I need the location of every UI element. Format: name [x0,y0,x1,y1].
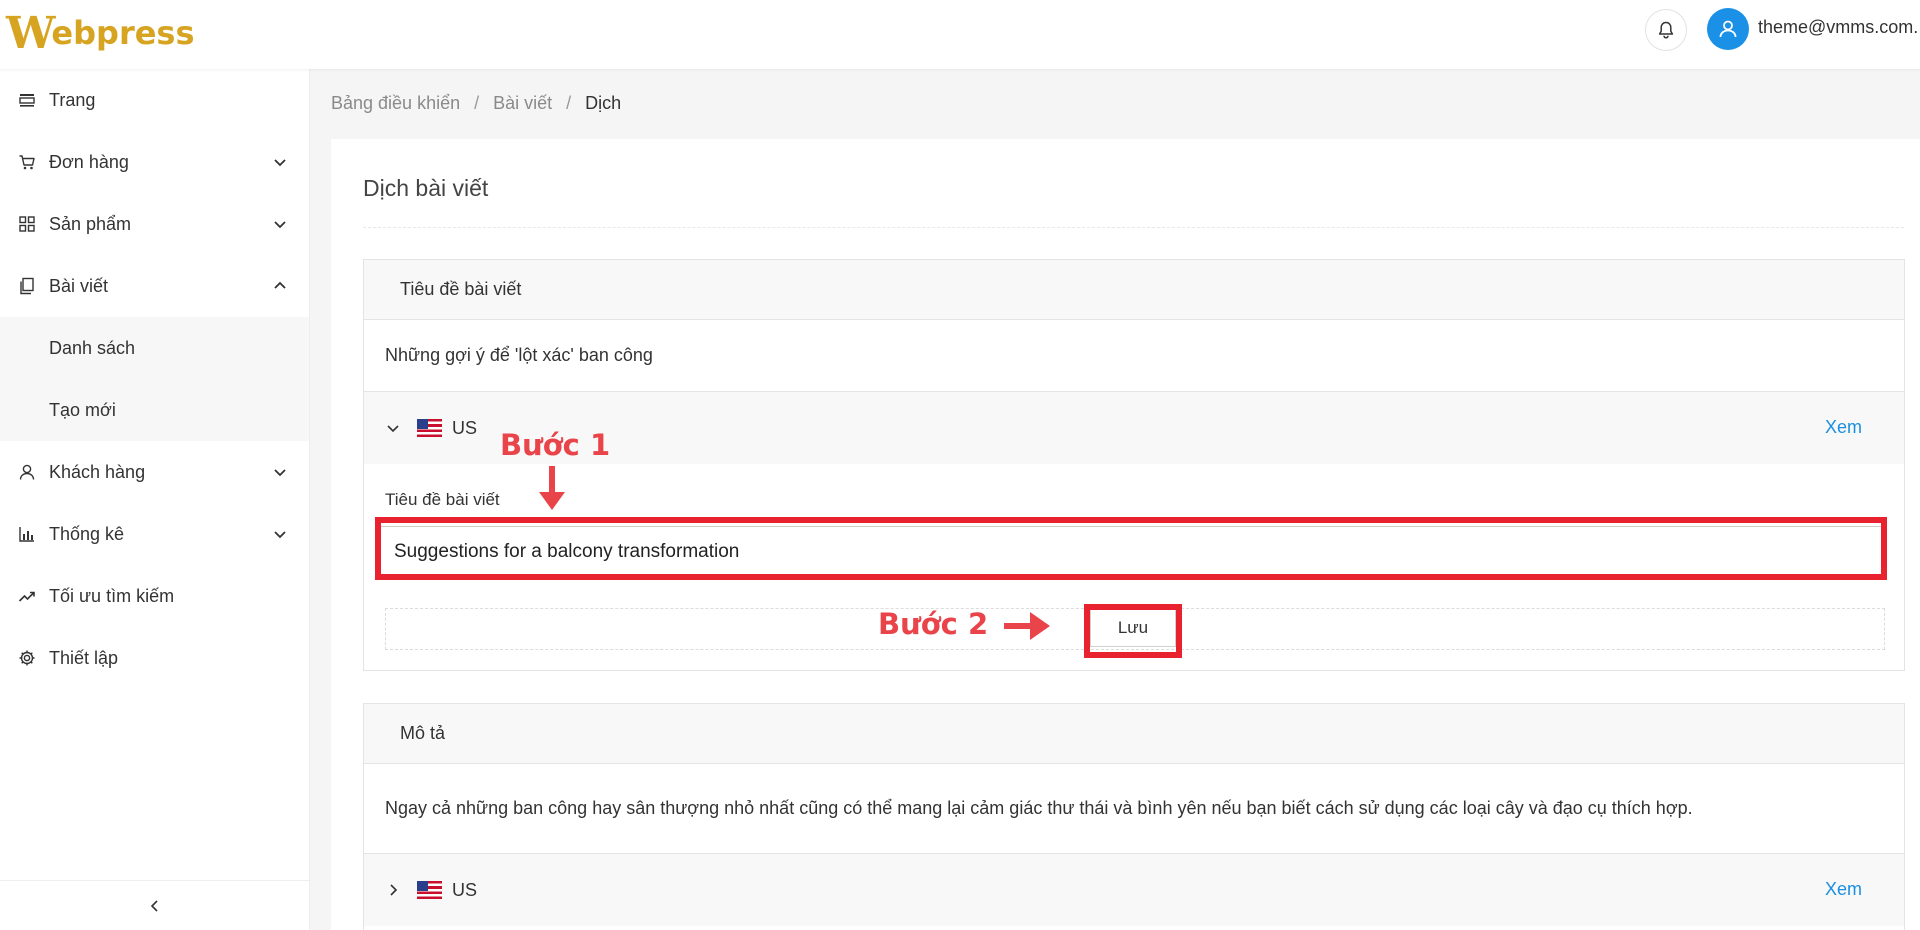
us-flag-icon [417,881,442,899]
logo-text: ebpress [51,14,195,52]
chevron-down-icon[interactable] [385,419,403,437]
sidebar-item-label: Thống kê [49,523,125,544]
sidebar-item-toi-uu-tim-kiem[interactable]: Tối ưu tìm kiếm [0,565,309,627]
sidebar-item-label: Đơn hàng [49,151,129,172]
breadcrumb: Bảng điều khiển / Bài viết / Dịch [331,93,621,114]
breadcrumb-posts[interactable]: Bài viết [493,93,552,113]
gear-icon [18,649,36,667]
step2-label: Bước 2 [878,607,989,641]
breadcrumb-current: Dịch [585,93,622,113]
sidebar-item-danh-sach[interactable]: Danh sách [0,317,309,379]
top-header: W ebpress theme@vmms.com. [0,0,1920,69]
sidebar-item-label: Thiết lập [49,647,119,668]
notification-button[interactable] [1645,9,1687,51]
language-code: US [452,879,478,900]
sidebar-item-khach-hang[interactable]: Khách hàng [0,441,309,503]
view-link[interactable]: Xem [1825,417,1862,438]
arrow-down-icon [539,466,565,510]
breadcrumb-separator: / [474,93,480,113]
user-icon [18,463,36,481]
sidebar-item-label: Danh sách [49,337,136,358]
language-row-us[interactable]: US Xem [364,854,1904,926]
step1-highlight-box [375,517,1887,580]
sidebar-item-don-hang[interactable]: Đơn hàng [0,131,309,193]
avatar[interactable] [1707,8,1749,50]
user-email[interactable]: theme@vmms.com. [1758,17,1918,38]
webpress-logo[interactable]: W ebpress [6,7,195,59]
sidebar-item-label: Bài viết [49,275,109,296]
page-icon [18,91,36,109]
sidebar-item-label: Khách hàng [49,461,146,482]
sidebar-item-tao-moi[interactable]: Tạo mới [0,379,309,441]
logo-initial: W [6,7,55,59]
sidebar-item-label: Sản phẩm [49,213,132,234]
title-divider [363,227,1904,228]
chevron-down-icon [274,221,286,229]
chevron-down-icon [274,531,286,539]
bell-icon [1658,21,1674,39]
breadcrumb-dashboard[interactable]: Bảng điều khiển [331,93,460,113]
sidebar-item-label: Trang [49,89,96,110]
original-title: Những gợi ý để 'lột xác' ban công [364,320,1904,392]
view-link[interactable]: Xem [1825,879,1862,900]
us-flag-icon [417,419,442,437]
description-translation-card: Mô tả Ngay cả những ban công hay sân thư… [363,703,1905,930]
page-title: Dịch bài viết [363,175,489,201]
language-code: US [452,417,478,438]
chevron-right-icon[interactable] [385,881,403,899]
document-icon [18,277,36,295]
arrow-right-icon [1004,612,1050,640]
grid-icon [18,215,36,233]
card-heading: Tiêu đề bài viết [364,260,1904,320]
trend-icon [18,587,36,605]
sidebar-item-bai-viet[interactable]: Bài viết [0,255,309,317]
sidebar-submenu-bai-viet: Danh sách Tạo mới [0,317,309,441]
sidebar-item-label: Tối ưu tìm kiếm [49,585,175,606]
chevron-down-icon [274,469,286,477]
step1-label: Bước 1 [500,428,611,462]
card-heading: Mô tả [364,704,1904,764]
sidebar-item-thong-ke[interactable]: Thống kê [0,503,309,565]
sidebar: Trang Đơn hàng Sản phẩm Bài viết Danh sá… [0,69,310,930]
sidebar-item-label: Tạo mới [49,399,116,420]
sidebar-item-trang[interactable]: Trang [0,69,309,131]
breadcrumb-separator: / [566,93,572,113]
bar-chart-icon [18,525,36,543]
cart-icon [18,153,36,171]
chevron-left-icon [150,899,158,912]
chevron-down-icon [274,159,286,167]
user-icon [1719,20,1737,38]
sidebar-item-thiet-lap[interactable]: Thiết lập [0,627,309,689]
sidebar-item-san-pham[interactable]: Sản phẩm [0,193,309,255]
original-description: Ngay cả những ban công hay sân thượng nh… [364,764,1904,854]
sidebar-collapse-button[interactable] [0,880,310,930]
step2-highlight-box [1084,604,1182,658]
field-label: Tiêu đề bài viết [385,490,500,509]
chevron-up-icon [274,281,286,289]
